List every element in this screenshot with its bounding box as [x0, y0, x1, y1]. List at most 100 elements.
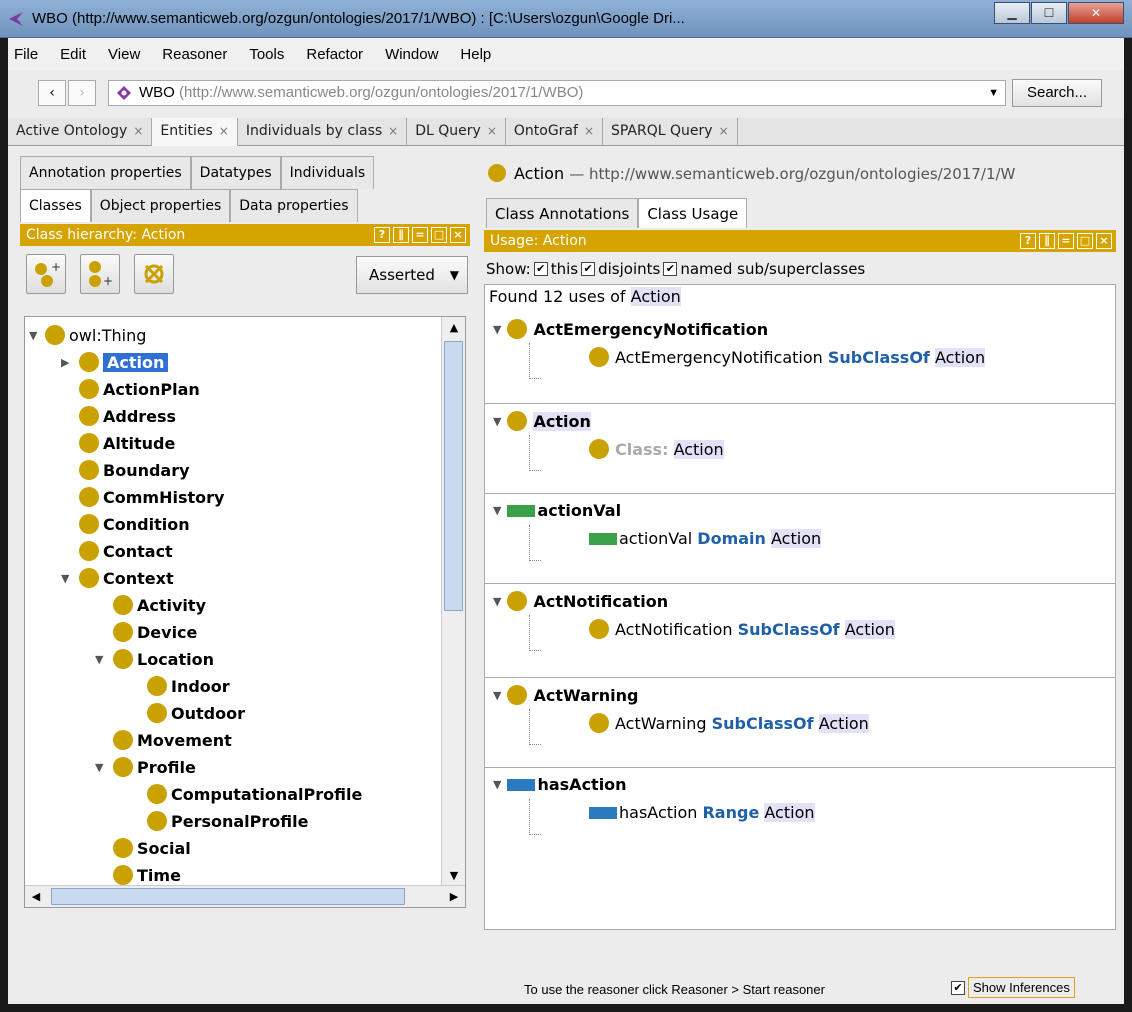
- usage-group-header[interactable]: ▼ hasAction: [493, 775, 627, 794]
- tab-individuals[interactable]: Individuals: [280, 156, 375, 189]
- usage-axiom[interactable]: ActNotification SubClassOf Action: [589, 619, 895, 639]
- menu-file[interactable]: File: [14, 46, 38, 63]
- tab-class-annotations[interactable]: Class Annotations: [486, 198, 639, 228]
- expand-toggle-icon[interactable]: ▼: [493, 504, 501, 517]
- tab-data-properties[interactable]: Data properties: [230, 189, 358, 222]
- tree-node[interactable]: Movement: [113, 727, 232, 753]
- expand-toggle-icon[interactable]: ▼: [61, 572, 69, 585]
- tab-object-properties[interactable]: Object properties: [90, 189, 231, 222]
- menu-help[interactable]: Help: [460, 46, 491, 63]
- delete-class-button[interactable]: [134, 254, 174, 294]
- tab-active-ontology[interactable]: Active Ontology ×: [8, 118, 153, 146]
- menu-reasoner[interactable]: Reasoner: [162, 46, 227, 63]
- split-vertical-icon[interactable]: ∥: [1039, 233, 1055, 249]
- usage-group-header[interactable]: ▼ ActWarning: [493, 685, 638, 705]
- tab-dl-query[interactable]: DL Query ×: [407, 118, 506, 146]
- usage-group-header[interactable]: ▼ ActNotification: [493, 591, 668, 611]
- tree-node[interactable]: ComputationalProfile: [147, 781, 362, 807]
- menu-tools[interactable]: Tools: [249, 46, 284, 63]
- usage-axiom[interactable]: Class: Action: [589, 439, 724, 459]
- usage-axiom[interactable]: ActEmergencyNotification SubClassOf Acti…: [589, 347, 986, 367]
- search-button[interactable]: Search...: [1012, 79, 1102, 107]
- tree-node[interactable]: ActionPlan: [79, 376, 200, 402]
- close-tab-icon[interactable]: ×: [487, 124, 497, 138]
- tree-node[interactable]: Context: [79, 565, 174, 591]
- menu-window[interactable]: Window: [385, 46, 438, 63]
- show-inferences-checkbox[interactable]: ✔: [951, 981, 965, 995]
- usage-group-header[interactable]: ▼ Action: [493, 411, 591, 431]
- expand-toggle-icon[interactable]: ▼: [493, 595, 501, 608]
- this-checkbox[interactable]: ✔: [533, 262, 548, 276]
- expand-toggle-icon[interactable]: ▼: [493, 689, 501, 702]
- tab-sparql-query[interactable]: SPARQL Query ×: [603, 118, 738, 146]
- tab-individuals-by-class[interactable]: Individuals by class ×: [238, 118, 408, 146]
- tab-class-usage[interactable]: Class Usage: [638, 198, 748, 228]
- scroll-thumb[interactable]: [51, 888, 405, 905]
- collapse-toggle-icon[interactable]: ▶: [61, 356, 69, 369]
- vertical-scrollbar[interactable]: ▲ ▼: [441, 317, 465, 887]
- close-view-icon[interactable]: ×: [1096, 233, 1112, 249]
- minimize-icon[interactable]: ▁: [994, 2, 1030, 24]
- tab-classes[interactable]: Classes: [20, 189, 91, 222]
- close-tab-icon[interactable]: ×: [584, 124, 594, 138]
- chevron-down-icon[interactable]: ▼: [988, 81, 999, 105]
- forward-button[interactable]: ›: [68, 80, 96, 106]
- maximize-view-icon[interactable]: □: [431, 227, 447, 243]
- tree-node[interactable]: PersonalProfile: [147, 808, 308, 834]
- tree-node[interactable]: Social: [113, 835, 191, 861]
- back-button[interactable]: ‹: [38, 80, 66, 106]
- expand-toggle-icon[interactable]: ▼: [29, 329, 37, 342]
- usage-group-header[interactable]: ▼ actionVal: [493, 501, 621, 520]
- close-tab-icon[interactable]: ×: [719, 124, 729, 138]
- tree-node[interactable]: Altitude: [79, 430, 175, 456]
- split-horizontal-icon[interactable]: =: [412, 227, 428, 243]
- tree-node[interactable]: Boundary: [79, 457, 190, 483]
- scroll-up-icon[interactable]: ▲: [442, 317, 465, 339]
- disjoints-checkbox[interactable]: ✔: [581, 262, 596, 276]
- tree-node[interactable]: Outdoor: [147, 700, 245, 726]
- ontology-selector[interactable]: WBO (http://www.semanticweb.org/ozgun/on…: [108, 80, 1006, 106]
- tree-node[interactable]: Location: [113, 646, 214, 672]
- tree-node[interactable]: Activity: [113, 592, 206, 618]
- maximize-icon[interactable]: ☐: [1031, 2, 1067, 24]
- split-horizontal-icon[interactable]: =: [1058, 233, 1074, 249]
- expand-toggle-icon[interactable]: ▼: [493, 323, 501, 336]
- usage-group-header[interactable]: ▼ ActEmergencyNotification: [493, 319, 768, 339]
- close-view-icon[interactable]: ×: [450, 227, 466, 243]
- tab-annotation-properties[interactable]: Annotation properties: [20, 156, 191, 189]
- close-tab-icon[interactable]: ×: [133, 124, 143, 138]
- scroll-thumb[interactable]: [444, 341, 463, 611]
- tab-datatypes[interactable]: Datatypes: [190, 156, 281, 189]
- tree-node[interactable]: Address: [79, 403, 176, 429]
- scroll-down-icon[interactable]: ▼: [442, 865, 465, 887]
- tab-entities[interactable]: Entities ×: [152, 118, 238, 146]
- add-sibling-button[interactable]: +: [80, 254, 120, 294]
- tree-node[interactable]: Device: [113, 619, 197, 645]
- close-tab-icon[interactable]: ×: [388, 124, 398, 138]
- menu-edit[interactable]: Edit: [60, 46, 86, 63]
- scroll-left-icon[interactable]: ◀: [25, 886, 47, 907]
- expand-toggle-icon[interactable]: ▼: [493, 415, 501, 428]
- close-tab-icon[interactable]: ×: [219, 124, 229, 138]
- expand-toggle-icon[interactable]: ▼: [95, 653, 103, 666]
- named-superclasses-checkbox[interactable]: ✔: [663, 262, 678, 276]
- tree-node[interactable]: Condition: [79, 511, 190, 537]
- tree-node[interactable]: CommHistory: [79, 484, 224, 510]
- hierarchy-mode-dropdown[interactable]: Asserted ▼: [356, 256, 468, 294]
- menu-view[interactable]: View: [108, 46, 140, 63]
- menu-refactor[interactable]: Refactor: [306, 46, 363, 63]
- split-vertical-icon[interactable]: ∥: [393, 227, 409, 243]
- tree-node-selected[interactable]: Action: [79, 349, 169, 375]
- usage-axiom[interactable]: actionVal Domain Action: [589, 529, 822, 548]
- tree-node[interactable]: Profile: [113, 754, 196, 780]
- tab-ontograf[interactable]: OntoGraf ×: [506, 118, 603, 146]
- expand-toggle-icon[interactable]: ▼: [493, 778, 501, 791]
- add-subclass-button[interactable]: +: [26, 254, 66, 294]
- expand-toggle-icon[interactable]: ▼: [95, 761, 103, 774]
- scroll-right-icon[interactable]: ▶: [443, 886, 465, 907]
- show-inferences-label[interactable]: Show Inferences: [968, 977, 1075, 998]
- usage-axiom[interactable]: hasAction Range Action: [589, 803, 815, 822]
- tree-node[interactable]: Indoor: [147, 673, 230, 699]
- help-icon[interactable]: ?: [374, 227, 390, 243]
- horizontal-scrollbar[interactable]: ◀ ▶: [25, 885, 465, 907]
